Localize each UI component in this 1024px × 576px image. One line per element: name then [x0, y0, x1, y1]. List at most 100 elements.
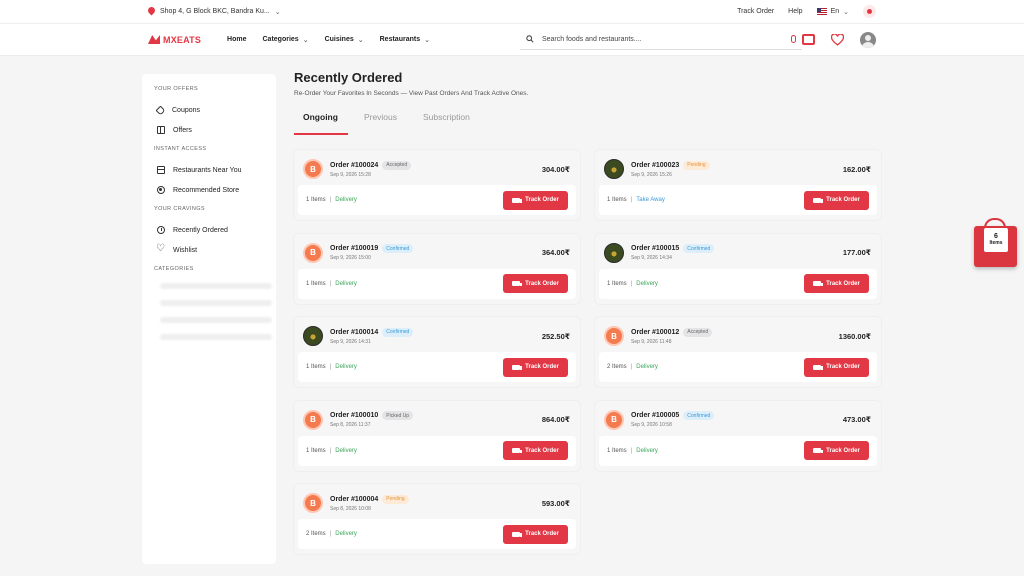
track-order-button[interactable]: Track Order — [503, 441, 568, 460]
user-avatar[interactable] — [860, 31, 876, 48]
track-order-button[interactable]: Track Order — [804, 190, 869, 210]
cart-count-label[interactable]: 6 Items — [984, 228, 1008, 252]
calendar-icon — [157, 166, 165, 174]
order-id: Order #100010 — [330, 412, 379, 419]
order-card-footer: 1 Items | Delivery Track Order — [298, 435, 576, 466]
nav-cuisines[interactable]: Cuisines ⌄ — [325, 36, 364, 44]
restaurant-logo — [604, 159, 624, 179]
order-card[interactable]: B Order #100010 Picked Up Sep 8, 2026 11:37… — [294, 400, 580, 471]
status-badge: Accepted — [382, 160, 412, 170]
status-badge: Confirmed — [683, 411, 715, 420]
microphone-icon[interactable] — [790, 35, 796, 43]
order-id: Order #100005 — [631, 412, 680, 419]
separator: | — [329, 447, 332, 454]
track-order-button[interactable]: Track Order — [503, 357, 568, 377]
order-card-header: B Order #100005 Confirmed Sep 9, 2026 10:58… — [604, 409, 871, 431]
track-order-button[interactable]: Track Order — [503, 190, 568, 210]
truck-icon — [813, 281, 824, 286]
track-order-button[interactable]: Track Order — [503, 274, 568, 293]
order-card[interactable]: Order #100023 Pending Sep 9, 2026 15:26 162… — [595, 150, 881, 220]
order-type: Delivery — [335, 364, 357, 370]
item-count: 2 Items — [306, 531, 326, 537]
cart-items-label: Items — [989, 240, 1003, 247]
tab-subscription[interactable]: Subscription — [413, 112, 480, 135]
order-type: Delivery — [636, 364, 658, 370]
chevron-down-icon: ⌄ — [274, 8, 281, 16]
sidebar-item-recommended-store[interactable]: Recommended Store — [154, 180, 264, 200]
sidebar-section-title: CATEGORIES — [154, 266, 194, 272]
us-flag-icon — [816, 8, 827, 15]
order-card[interactable]: B Order #100019 Confirmed Sep 9, 2026 15:00… — [294, 233, 580, 304]
sidebar-section-instant-access: INSTANT ACCESS Restaurants Near You Reco… — [154, 146, 264, 200]
theme-toggle-icon[interactable] — [863, 5, 876, 18]
wishlist-heart-icon[interactable] — [831, 33, 844, 46]
track-order-button[interactable]: Track Order — [804, 274, 869, 293]
order-card[interactable]: B Order #100004 Pending Sep 8, 2026 10:08 59… — [294, 484, 580, 554]
order-amount: 177.00₹ — [842, 248, 871, 257]
order-card[interactable]: B Order #100005 Confirmed Sep 9, 2026 10:58… — [595, 400, 881, 471]
sidebar-item-recently-ordered[interactable]: Recently Ordered — [154, 220, 264, 240]
track-order-label: Track Order — [826, 280, 860, 287]
order-amount: 162.00₹ — [842, 164, 871, 174]
order-card[interactable]: B Order #100012 Accepted Sep 9, 2026 11:48 1… — [595, 317, 881, 387]
sidebar-item-restaurants-near-you[interactable]: Restaurants Near You — [154, 160, 264, 180]
track-order-button[interactable]: Track Order — [503, 524, 568, 544]
search-input[interactable]: Search foods and restaurants.... — [519, 30, 802, 50]
sidebar-item-wishlist[interactable]: Wishlist — [154, 240, 264, 260]
restaurant-logo — [303, 326, 323, 346]
sidebar-section-categories: CATEGORIES — [154, 266, 272, 340]
order-card-footer: 1 Items | Delivery Track Order — [298, 352, 576, 382]
order-amount: 252.50₹ — [541, 331, 570, 341]
nav-restaurants[interactable]: Restaurants ⌄ — [380, 36, 430, 44]
tab-ongoing[interactable]: Ongoing — [294, 112, 348, 135]
brand-logo[interactable]: MXEATS — [148, 35, 201, 45]
order-card-header: B Order #100012 Accepted Sep 9, 2026 11:48 1… — [604, 325, 871, 347]
order-card[interactable]: Order #100014 Confirmed Sep 9, 2026 14:31 2… — [294, 317, 580, 387]
order-amount: 364.00₹ — [541, 248, 570, 257]
sidebar: YOUR OFFERS Coupons Offers INSTANT ACCES… — [142, 74, 276, 564]
heart-outline-icon — [156, 243, 165, 254]
chat-icon[interactable] — [802, 34, 815, 45]
sidebar-item-label: Wishlist — [173, 246, 198, 254]
order-date: Sep 9, 2026 15:00 — [330, 255, 371, 261]
sidebar-item-coupons[interactable]: Coupons — [154, 100, 264, 120]
tab-previous[interactable]: Previous — [354, 112, 407, 135]
nav-home[interactable]: Home — [227, 36, 246, 44]
search-placeholder: Search foods and restaurants.... — [541, 35, 642, 43]
category-placeholder — [160, 334, 272, 340]
order-info: Order #100012 Accepted Sep 9, 2026 11:48 — [631, 327, 713, 345]
separator: | — [329, 197, 332, 203]
tag-icon — [155, 105, 166, 115]
order-date: Sep 8, 2026 11:37 — [330, 422, 371, 428]
category-placeholder — [160, 317, 272, 323]
track-order-label: Track Order — [525, 364, 559, 370]
track-order-link[interactable]: Track Order — [737, 8, 774, 15]
order-card-footer: 2 Items | Delivery Track Order — [599, 352, 877, 382]
track-order-button[interactable]: Track Order — [804, 357, 869, 377]
category-placeholder — [160, 300, 272, 306]
nav-categories[interactable]: Categories ⌄ — [263, 36, 309, 44]
order-card[interactable]: B Order #100024 Accepted Sep 9, 2026 15:28 3… — [294, 150, 580, 220]
separator: | — [630, 447, 633, 454]
status-badge: Confirmed — [683, 244, 715, 253]
language-selector[interactable]: En ⌄ — [816, 8, 849, 16]
location-selector[interactable]: Shop 4, G Block BKC, Bandra Ku... ⌄ — [148, 7, 281, 16]
order-id: Order #100023 — [631, 161, 680, 169]
track-order-button[interactable]: Track Order — [804, 441, 869, 460]
order-type: Take Away — [636, 197, 665, 203]
order-card-footer: 1 Items | Delivery Track Order — [599, 268, 877, 299]
order-id: Order #100019 — [330, 245, 379, 252]
track-order-label: Track Order — [525, 280, 559, 287]
order-card[interactable]: Order #100015 Confirmed Sep 9, 2026 14:34 1… — [595, 233, 881, 304]
record-icon — [157, 186, 165, 194]
track-order-label: Track Order — [826, 364, 860, 370]
sidebar-item-offers[interactable]: Offers — [154, 120, 264, 140]
separator: | — [630, 364, 633, 370]
location-text: Shop 4, G Block BKC, Bandra Ku... — [160, 8, 270, 15]
order-date: Sep 9, 2026 10:58 — [631, 422, 672, 428]
help-link[interactable]: Help — [788, 8, 802, 15]
nav-restaurants-label: Restaurants — [379, 36, 421, 43]
main-navbar: MXEATS Home Categories ⌄ Cuisines ⌄ Restau… — [0, 24, 1024, 56]
status-badge: Pending — [382, 494, 409, 504]
language-label: En — [830, 8, 840, 15]
